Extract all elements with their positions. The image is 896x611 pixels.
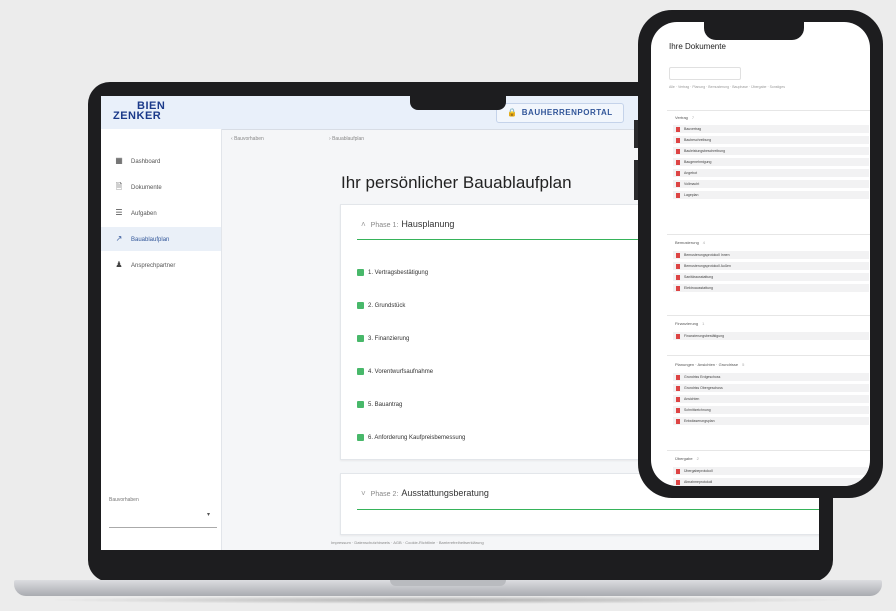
check-icon: [357, 335, 364, 342]
document-row[interactable]: Bauleistungsbeschreibung: [673, 147, 869, 155]
pdf-icon: [676, 396, 680, 402]
bauherrenportal-button[interactable]: 🔒 BAUHERRENPORTAL: [496, 103, 624, 123]
section-header[interactable]: Vertrag 7: [675, 115, 694, 120]
pdf-icon: [676, 333, 680, 339]
filter-bar[interactable]: Alle · Vertrag · Planung · Bemusterung ·…: [669, 85, 869, 90]
check-icon: [357, 269, 364, 276]
pdf-icon: [676, 252, 680, 258]
document-row[interactable]: Übergabeprotokoll: [673, 467, 869, 475]
divider: [667, 315, 870, 316]
divider: [667, 110, 870, 111]
pdf-icon: [676, 468, 680, 474]
footer-links[interactable]: Impressum · Datenschutzhinweis · AGB · C…: [331, 540, 484, 545]
pdf-icon: [676, 418, 680, 424]
pdf-icon: [676, 170, 680, 176]
documents-title: Ihre Dokumente: [669, 42, 726, 51]
pdf-icon: [676, 137, 680, 143]
check-icon: [357, 434, 364, 441]
laptop-opening-notch: [390, 580, 506, 586]
phase-header[interactable]: ˅ Phase 2: Ausstattungsberatung: [361, 488, 489, 498]
dashboard-icon: ▦: [115, 156, 123, 165]
section-header[interactable]: Übergabe 2: [675, 456, 699, 461]
pdf-icon: [676, 126, 680, 132]
document-row[interactable]: Finanzierungsbestätigung: [673, 332, 869, 340]
pdf-icon: [676, 274, 680, 280]
pdf-icon: [676, 181, 680, 187]
step-item[interactable]: 1. Vertragsbestätigung: [357, 269, 428, 276]
pdf-icon: [676, 148, 680, 154]
check-icon: [357, 401, 364, 408]
document-row[interactable]: Baugenehmigung: [673, 158, 869, 166]
step-item[interactable]: 5. Bauantrag: [357, 401, 402, 408]
chevron-down-icon[interactable]: ▾: [207, 511, 210, 518]
pdf-icon: [676, 479, 680, 485]
breadcrumb-bauablaufplan[interactable]: › Bauablaufplan: [329, 136, 364, 142]
document-row[interactable]: Angebot: [673, 169, 869, 177]
page-title: Ihr persönlicher Bauablaufplan: [341, 173, 572, 192]
divider: [667, 355, 870, 356]
lock-icon: 🔒: [507, 108, 518, 117]
phone-dynamic-island: [704, 22, 804, 40]
document-row[interactable]: Schnittzeichnung: [673, 406, 869, 414]
laptop-shadow: [40, 596, 856, 604]
step-item[interactable]: 6. Anforderung Kaufpreisbemessung: [357, 434, 465, 441]
document-row[interactable]: Bemusterungsprotokoll Innen: [673, 251, 869, 259]
phase-header[interactable]: ˄ Phase 1: Hausplanung: [361, 219, 454, 229]
document-icon: 🗎: [115, 182, 123, 191]
bien-zenker-logo[interactable]: BIEN ZENKER: [113, 101, 193, 122]
document-row[interactable]: Elektroausstattung: [673, 284, 869, 292]
divider: [667, 450, 870, 451]
document-row[interactable]: Grundriss Erdgeschoss: [673, 373, 869, 381]
phone-screen: Ihre Dokumente Alle · Vertrag · Planung …: [651, 22, 870, 486]
chart-line-icon: ↗: [115, 234, 123, 243]
pdf-icon: [676, 374, 680, 380]
chevron-up-icon: ˄: [361, 220, 366, 229]
sidebar-item-aufgaben[interactable]: ☰ Aufgaben: [101, 201, 221, 225]
section-header[interactable]: Bemusterung 4: [675, 240, 705, 245]
pdf-icon: [676, 385, 680, 391]
sidebar-item-ansprechpartner[interactable]: ♟ Ansprechpartner: [101, 253, 221, 277]
sidebar: ▦ Dashboard 🗎 Dokumente ☰ Aufgaben ↗ Bauabla…: [101, 129, 222, 550]
section-header[interactable]: Planungen · Ansichten · Grundrisse 5: [675, 362, 744, 367]
document-row[interactable]: Entwässerungsplan: [673, 417, 869, 425]
pdf-icon: [676, 407, 680, 413]
phase-progress-line: [357, 509, 819, 510]
document-row[interactable]: Ansichten: [673, 395, 869, 403]
step-item[interactable]: 3. Finanzierung: [357, 335, 409, 342]
breadcrumb-bauvorhaben[interactable]: ‹ Bauvorhaben: [231, 136, 264, 142]
sidebar-item-dashboard[interactable]: ▦ Dashboard: [101, 149, 221, 173]
document-row[interactable]: Bauvertrag: [673, 125, 869, 133]
document-row[interactable]: Grundriss Obergeschoss: [673, 384, 869, 392]
document-row[interactable]: Abnahmeprotokoll: [673, 478, 869, 486]
check-icon: [357, 302, 364, 309]
search-input[interactable]: [669, 67, 741, 80]
section-header[interactable]: Finanzierung 1: [675, 321, 704, 326]
pdf-icon: [676, 263, 680, 269]
document-row[interactable]: Bemusterungsprotokoll Außen: [673, 262, 869, 270]
check-icon: [357, 368, 364, 375]
sidebar-item-dokumente[interactable]: 🗎 Dokumente: [101, 175, 221, 199]
laptop-bezel: [101, 550, 819, 582]
divider: [667, 234, 870, 235]
tasks-icon: ☰: [115, 208, 123, 217]
step-item[interactable]: 2. Grundstück: [357, 302, 405, 309]
document-row[interactable]: Sanitärausstattung: [673, 273, 869, 281]
pdf-icon: [676, 192, 680, 198]
document-row[interactable]: Lageplan: [673, 191, 869, 199]
chevron-down-icon: ˅: [361, 489, 366, 498]
pdf-icon: [676, 285, 680, 291]
document-row[interactable]: Vollmacht: [673, 180, 869, 188]
pdf-icon: [676, 159, 680, 165]
step-item[interactable]: 4. Vorentwurfsaufnahme: [357, 368, 433, 375]
sidebar-item-bauablaufplan[interactable]: ↗ Bauablaufplan: [101, 227, 221, 251]
people-icon: ♟: [115, 260, 123, 269]
camera-notch: [410, 96, 506, 110]
project-select[interactable]: [109, 503, 217, 528]
document-row[interactable]: Baubeschreibung: [673, 136, 869, 144]
